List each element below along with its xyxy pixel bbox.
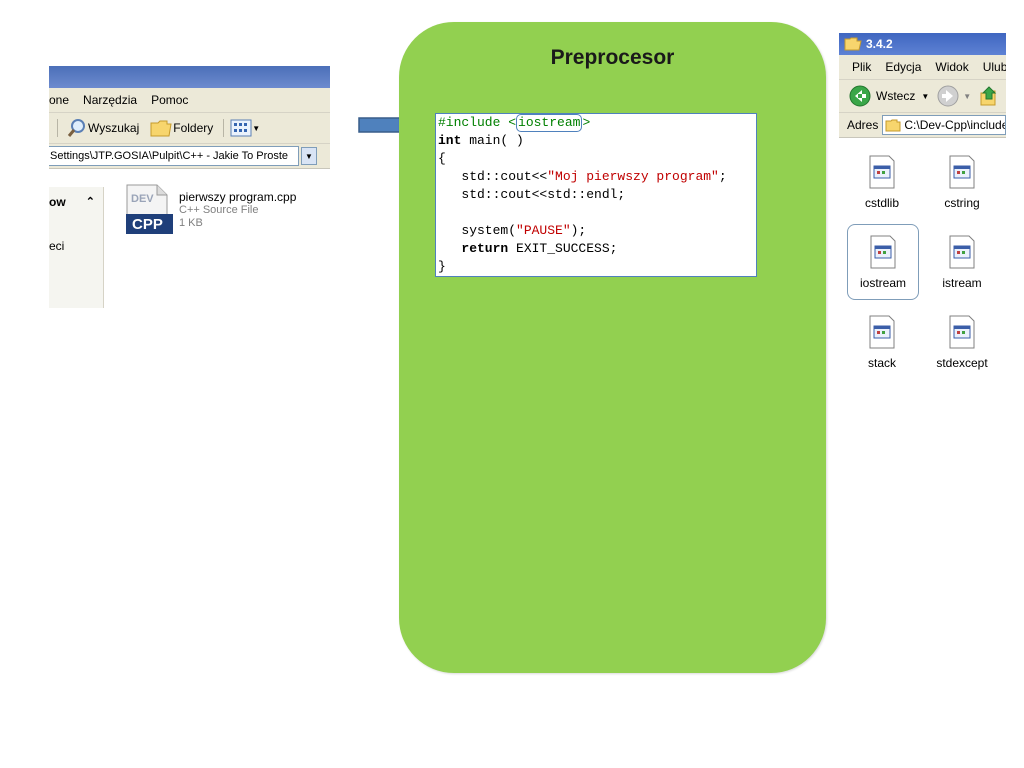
file-item-stdexcept[interactable]: stdexcept xyxy=(927,315,997,370)
left-explorer-window: one Narzędzia Pomoc Wyszukaj Foldery ▼ S… xyxy=(49,66,330,308)
system-string: "PAUSE" xyxy=(516,223,571,238)
system-prefix: system( xyxy=(438,223,517,238)
collapse-chevron-icon[interactable]: ⌃ xyxy=(86,195,95,209)
code-line-main: int main( ) xyxy=(438,132,524,150)
system-suffix: ); xyxy=(570,223,587,238)
magnifier-icon xyxy=(67,119,85,137)
cout-prefix: std::cout<< xyxy=(438,169,548,184)
task-pane-header-label: ow xyxy=(49,195,66,209)
views-icon xyxy=(230,119,252,137)
window-title: 3.4.2 xyxy=(866,37,893,51)
left-explorer-menubar: one Narzędzia Pomoc xyxy=(49,88,330,113)
code-line-open-brace: { xyxy=(438,151,446,166)
file-label: stack xyxy=(867,356,896,370)
address-path: C:\Dev-Cpp\include xyxy=(904,118,1006,132)
code-line-close-brace: } xyxy=(438,259,446,274)
forward-dropdown-icon[interactable]: ▼ xyxy=(963,92,971,101)
file-item-stack[interactable]: stack xyxy=(847,315,917,370)
search-button-label: Wyszukaj xyxy=(88,121,140,135)
folder-open-icon xyxy=(844,37,862,51)
code-line-system: system("PAUSE"); xyxy=(438,222,586,240)
menu-item-ulubione[interactable]: Ulub xyxy=(983,60,1006,74)
left-address-field[interactable]: Settings\JTP.GOSIA\Pulpit\C++ - Jakie To… xyxy=(49,146,299,166)
views-dropdown-icon: ▼ xyxy=(252,123,261,133)
file-item-istream[interactable]: istream xyxy=(927,235,997,290)
menu-item-pomoc[interactable]: Pomoc xyxy=(151,93,188,107)
file-label: cstring xyxy=(944,196,980,210)
right-address-bar: Adres C:\Dev-Cpp\include xyxy=(839,113,1006,138)
keyword-return: return xyxy=(438,241,509,256)
right-explorer-toolbar: Wstecz ▼ ▼ xyxy=(839,80,1006,113)
forward-button[interactable]: ▼ xyxy=(937,85,971,107)
task-pane-header[interactable]: ow ⌃ xyxy=(49,187,95,209)
code-line-cout: std::cout<<"Moj pierwszy program"; xyxy=(438,168,727,186)
svg-text:DEV: DEV xyxy=(131,193,154,205)
cout-suffix: ; xyxy=(718,169,727,184)
right-explorer-window: 3.4.2 Plik Edycja Widok Ulub Wstecz ▼ ▼ xyxy=(839,33,1006,373)
menu-item-ulubione[interactable]: one xyxy=(49,93,69,107)
menu-item-edycja[interactable]: Edycja xyxy=(885,60,921,74)
back-arrow-icon xyxy=(849,85,871,107)
file-name: pierwszy program.cpp xyxy=(179,190,297,204)
code-line-return: return EXIT_SUCCESS; xyxy=(438,240,617,258)
address-label: Adres xyxy=(847,118,879,132)
folder-icon xyxy=(885,119,901,131)
left-explorer-toolbar: Wyszukaj Foldery ▼ xyxy=(49,113,330,144)
right-explorer-menubar: Plik Edycja Widok Ulub xyxy=(839,55,1006,80)
cpp-file-icon: DEV CPP xyxy=(126,184,173,234)
file-label: stdexcept xyxy=(936,356,988,370)
cpp-file-icon-label: CPP xyxy=(132,216,163,233)
menu-item-widok[interactable]: Widok xyxy=(935,60,968,74)
back-dropdown-icon[interactable]: ▼ xyxy=(921,92,929,101)
file-item-iostream[interactable]: iostream xyxy=(847,224,919,300)
file-label: istream xyxy=(942,276,982,290)
file-type: C++ Source File xyxy=(179,204,259,216)
chevron-down-icon: ▼ xyxy=(305,151,313,161)
search-button[interactable]: Wyszukaj xyxy=(66,117,139,139)
task-pane-item[interactable]: eci xyxy=(49,239,103,253)
back-button[interactable]: Wstecz ▼ xyxy=(849,85,929,107)
panel-title: Preprocesor xyxy=(550,46,675,69)
iostream-highlight: iostream xyxy=(516,114,583,132)
include-directive: #include < xyxy=(438,115,517,130)
address-dropdown-button[interactable]: ▼ xyxy=(301,147,317,165)
keyword-int: int xyxy=(438,133,462,148)
right-address-field[interactable]: C:\Dev-Cpp\include xyxy=(882,115,1006,135)
main-signature: main( ) xyxy=(461,133,524,148)
code-listing: #include < iostream > int main( ) { std::c… xyxy=(435,113,757,277)
menu-item-plik[interactable]: Plik xyxy=(852,60,871,74)
views-button[interactable]: ▼ xyxy=(230,119,260,137)
left-explorer-titlebar xyxy=(49,66,330,88)
return-value: EXIT_SUCCESS; xyxy=(508,241,618,256)
left-address-bar: Settings\JTP.GOSIA\Pulpit\C++ - Jakie To… xyxy=(49,144,330,169)
header-file-icon xyxy=(869,315,895,349)
back-button-label: Wstecz xyxy=(876,89,916,103)
file-label: iostream xyxy=(859,276,906,290)
header-file-icon xyxy=(949,315,975,349)
code-line-endl: std::cout<<std::endl; xyxy=(438,187,626,202)
header-file-icon xyxy=(949,155,975,189)
folder-icon xyxy=(150,120,172,137)
header-file-icon xyxy=(869,155,895,189)
left-task-pane: ow ⌃ eci xyxy=(49,187,104,308)
include-close: > xyxy=(582,115,591,130)
file-item-cstring[interactable]: cstring xyxy=(927,155,997,210)
right-explorer-titlebar: 3.4.2 xyxy=(839,33,1006,55)
file-size: 1 KB xyxy=(179,217,203,229)
folders-button-label: Foldery xyxy=(173,121,214,135)
folders-button[interactable]: Foldery xyxy=(149,118,213,138)
forward-arrow-icon xyxy=(937,85,959,107)
file-item-cstdlib[interactable]: cstdlib xyxy=(847,155,917,210)
menu-item-narzedzia[interactable]: Narzędzia xyxy=(83,93,137,107)
cout-string: "Moj pierwszy program" xyxy=(547,169,719,184)
header-file-icon xyxy=(870,235,896,269)
code-line-include: #include < iostream > xyxy=(438,114,590,132)
file-label: cstdlib xyxy=(864,196,899,210)
up-folder-icon[interactable] xyxy=(979,85,999,107)
header-file-icon xyxy=(949,235,975,269)
